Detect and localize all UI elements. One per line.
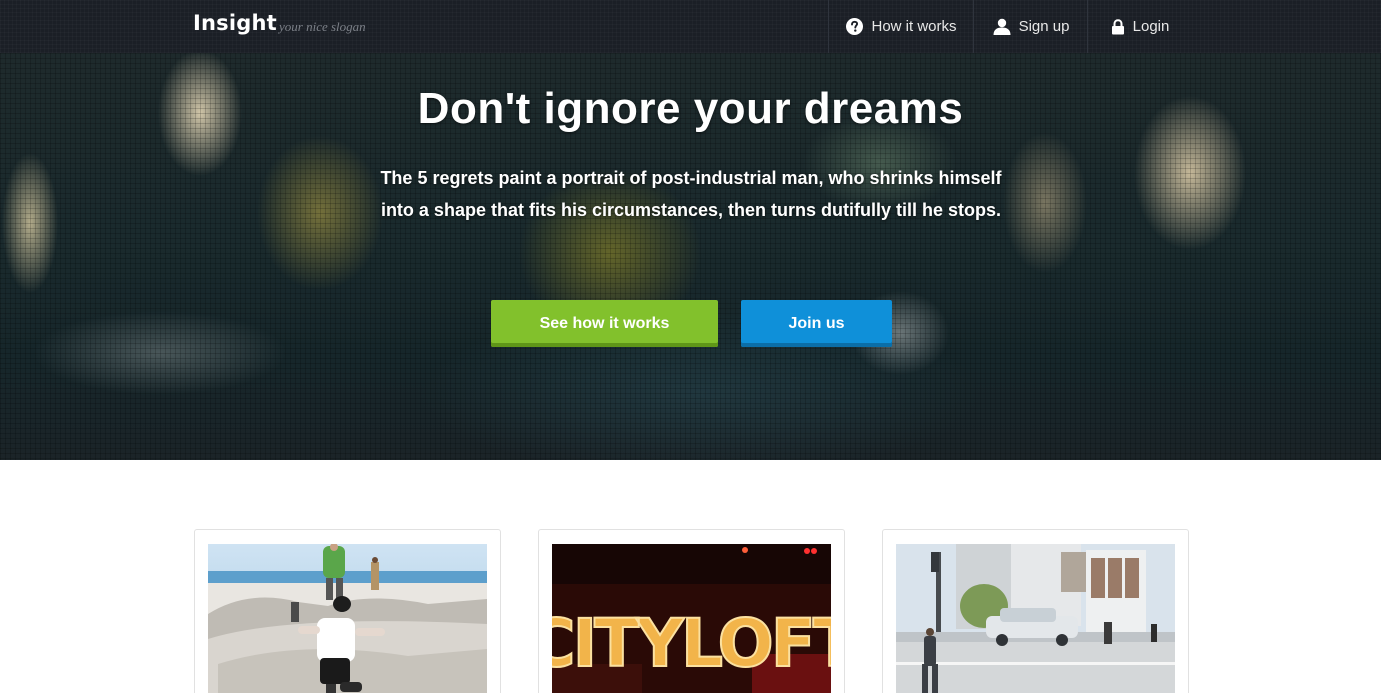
cityloft-sign-text: CITYLOFT (552, 605, 831, 682)
hero-title: Don't ignore your dreams (417, 84, 964, 133)
top-navbar: Insight your nice slogan How it works Si… (0, 0, 1381, 53)
user-icon (993, 18, 1011, 35)
hero-section: Don't ignore your dreams The 5 regrets p… (0, 53, 1381, 460)
feature-card: CITYLOFT (538, 529, 845, 693)
question-circle-icon (846, 18, 864, 35)
hero-text: The 5 regrets paint a portrait of post-i… (380, 168, 1002, 220)
street-image[interactable] (896, 544, 1175, 693)
brand-logo[interactable]: Insight (193, 11, 277, 35)
lock-icon (1111, 18, 1125, 35)
see-how-it-works-button[interactable]: See how it works (491, 300, 718, 347)
nav-login-label: Login (1132, 18, 1170, 35)
nav-how-it-works[interactable]: How it works (828, 0, 974, 53)
nav-sign-up-label: Sign up (1018, 18, 1070, 35)
nav-how-label: How it works (871, 18, 957, 35)
nav-sign-up[interactable]: Sign up (973, 0, 1088, 53)
feature-card (194, 529, 501, 693)
nav-login[interactable]: Login (1087, 0, 1192, 53)
join-us-button[interactable]: Join us (741, 300, 892, 347)
feature-card (882, 529, 1189, 693)
cityloft-image[interactable]: CITYLOFT (552, 544, 831, 693)
brand-slogan: your nice slogan (279, 19, 366, 34)
skatepark-image[interactable] (208, 544, 487, 693)
